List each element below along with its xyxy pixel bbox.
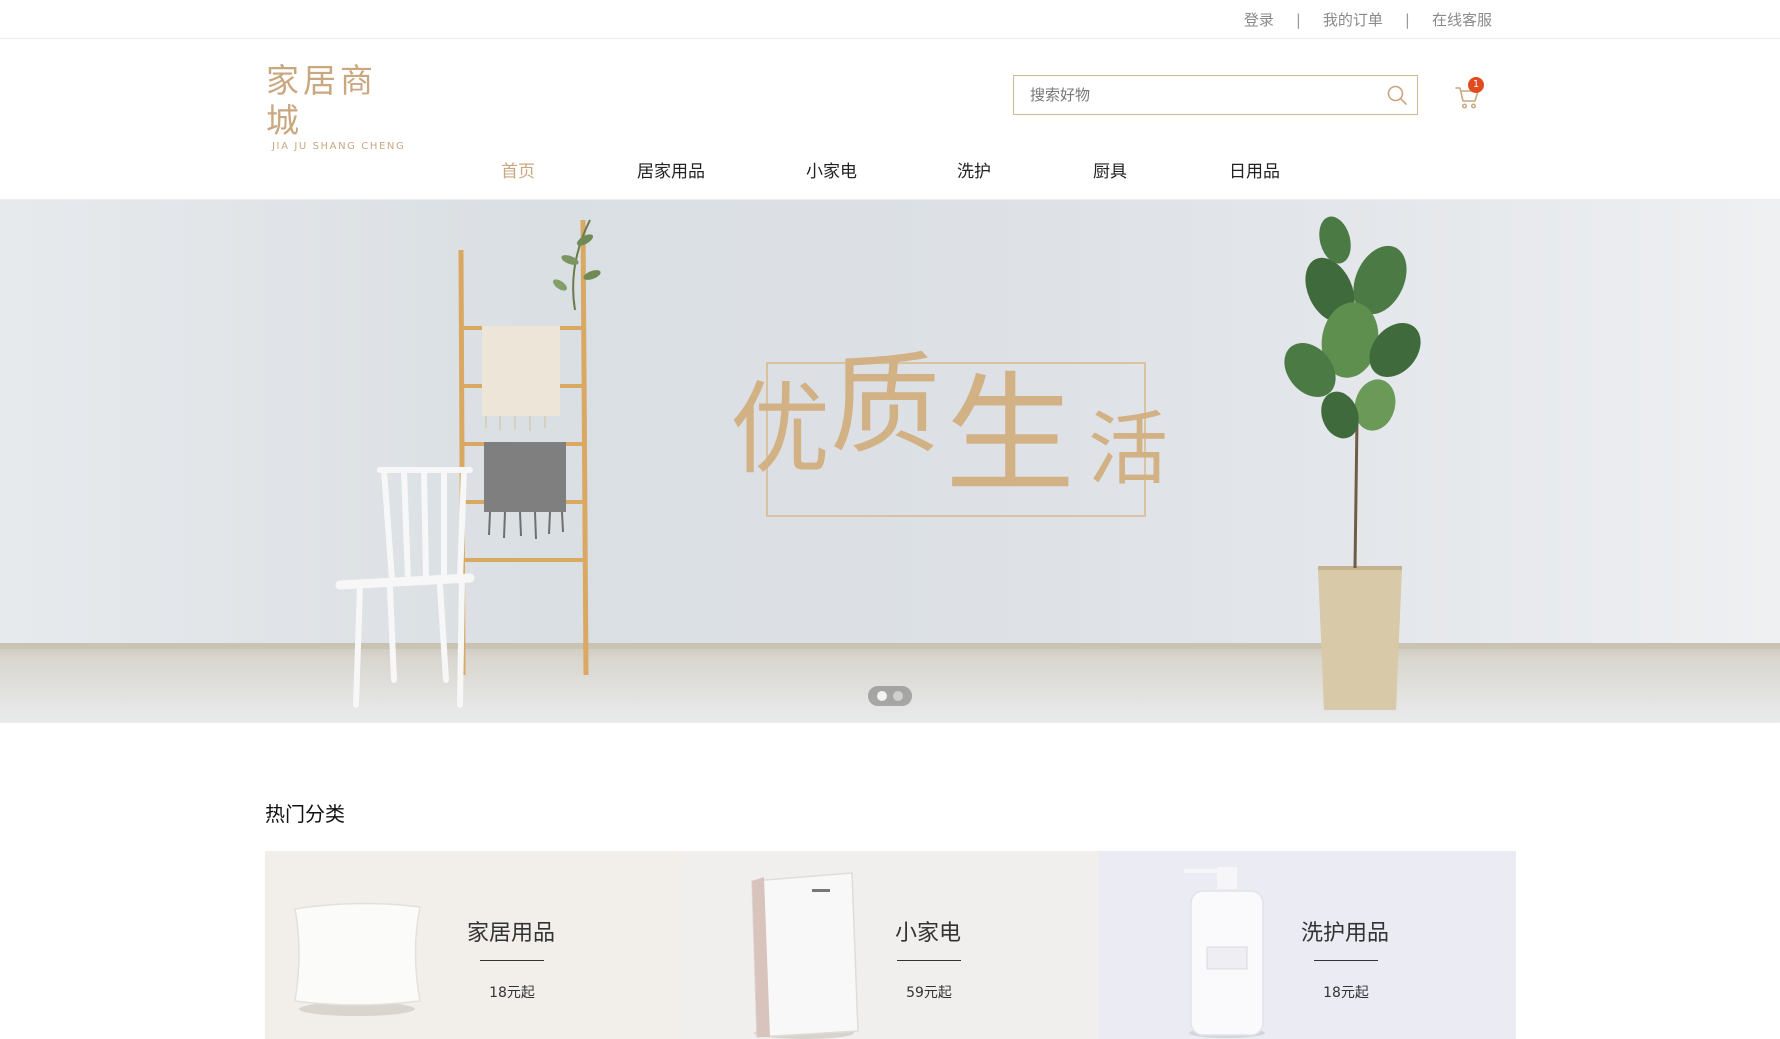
- category-name: 小家电: [894, 921, 961, 946]
- separator: |: [1404, 10, 1410, 29]
- carousel-dot-1[interactable]: [877, 691, 887, 701]
- carousel-dots: [868, 686, 912, 706]
- category-card-small-appliances[interactable]: 小家电 59元起: [682, 851, 1099, 1039]
- logo-chinese: 家居商城: [266, 61, 377, 140]
- slogan-char: 优: [730, 371, 830, 488]
- nav-item-daily-goods[interactable]: 日用品: [1229, 157, 1280, 182]
- chair-image: [335, 467, 475, 708]
- category-divider: [480, 960, 544, 961]
- category-price: 18元起: [489, 985, 535, 1001]
- category-card-care-products[interactable]: 洗护用品 18元起: [1099, 851, 1516, 1039]
- cart-button[interactable]: 1: [1454, 77, 1484, 111]
- hero-banner[interactable]: 优 质 生 活: [0, 200, 1780, 723]
- search-input[interactable]: [1014, 77, 1377, 113]
- nav-item-home-goods[interactable]: 居家用品: [637, 157, 705, 182]
- online-service-link[interactable]: 在线客服: [1432, 9, 1492, 30]
- category-name: 家居用品: [466, 921, 555, 946]
- nav-item-kitchenware[interactable]: 厨具: [1093, 157, 1127, 182]
- slogan-char: 活: [1088, 403, 1168, 496]
- carousel-dot-2[interactable]: [893, 691, 903, 701]
- search-icon[interactable]: [1377, 76, 1417, 114]
- category-card-home-goods[interactable]: 家居用品 18元起: [265, 851, 682, 1039]
- ladder-image: [458, 219, 601, 676]
- hot-categories-title: 热门分类: [265, 802, 345, 826]
- separator: |: [1295, 10, 1301, 29]
- login-link[interactable]: 登录: [1244, 9, 1274, 30]
- search-box: [1013, 75, 1418, 115]
- slogan-char: 生: [945, 359, 1076, 511]
- main-nav: 首页 居家用品 小家电 洗护 厨具 日用品: [0, 139, 1780, 200]
- banner-slogan: 优 质 生 活: [730, 341, 1190, 517]
- nav-item-home[interactable]: 首页: [501, 157, 535, 182]
- slogan-char: 质: [830, 341, 940, 469]
- hot-categories: 家居用品 18元起 小家电 59元起 洗护用品 18元起: [265, 851, 1516, 1039]
- top-links: 登录 | 我的订单 | 在线客服: [1244, 9, 1492, 30]
- nav-item-small-appliances[interactable]: 小家电: [806, 157, 857, 182]
- my-orders-link[interactable]: 我的订单: [1323, 9, 1383, 30]
- plant-image: [1284, 216, 1421, 710]
- category-divider: [897, 960, 961, 961]
- top-bar: 登录 | 我的订单 | 在线客服: [0, 0, 1780, 39]
- nav-item-care[interactable]: 洗护: [957, 157, 991, 182]
- category-price: 18元起: [1323, 985, 1369, 1001]
- site-header: 家居商城 JIA JU SHANG CHENG 1: [0, 39, 1780, 152]
- cart-count-badge: 1: [1468, 77, 1484, 93]
- category-name: 洗护用品: [1300, 921, 1389, 946]
- category-price: 59元起: [906, 985, 952, 1001]
- category-divider: [1314, 960, 1378, 961]
